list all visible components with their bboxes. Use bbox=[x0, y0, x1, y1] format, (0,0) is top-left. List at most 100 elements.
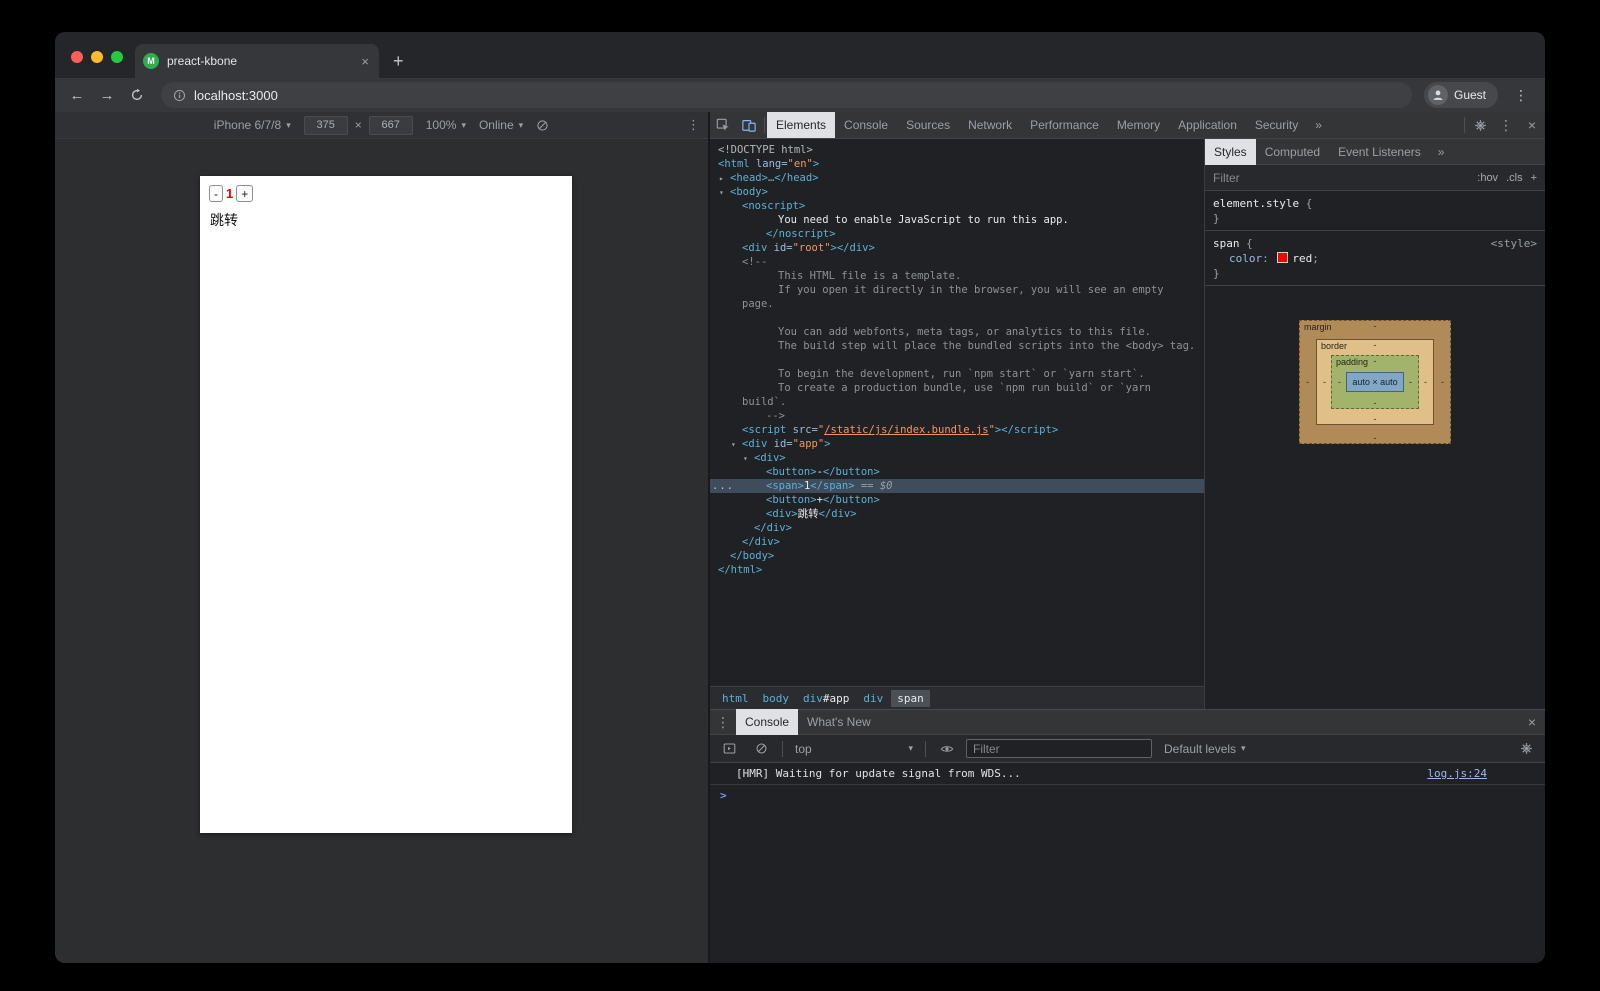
devtools-tab-network[interactable]: Network bbox=[959, 112, 1021, 138]
back-button[interactable]: ← bbox=[65, 83, 89, 107]
tree-line[interactable] bbox=[710, 311, 1204, 325]
device-height-input[interactable]: 667 bbox=[369, 116, 413, 135]
tree-line[interactable]: </noscript> bbox=[710, 227, 1204, 241]
collapse-arrow-icon[interactable]: ▾ bbox=[743, 452, 748, 466]
console-sidebar-button[interactable] bbox=[716, 736, 742, 762]
tree-line[interactable]: </html> bbox=[710, 563, 1204, 577]
tree-line[interactable]: page. bbox=[710, 297, 1204, 311]
sidebar-more-tabs-icon[interactable]: » bbox=[1430, 145, 1453, 159]
styles-filter-input[interactable]: Filter bbox=[1213, 171, 1469, 185]
address-text[interactable]: localhost:3000 bbox=[194, 88, 278, 103]
message-source-link[interactable]: log.js:24 bbox=[1427, 767, 1487, 780]
devtools-tab-console[interactable]: Console bbox=[835, 112, 897, 138]
tree-line[interactable]: <script src="/static/js/index.bundle.js"… bbox=[710, 423, 1204, 437]
increment-button[interactable]: + bbox=[236, 185, 253, 202]
sidebar-tab-computed[interactable]: Computed bbox=[1256, 139, 1329, 165]
collapse-arrow-icon[interactable]: ▾ bbox=[719, 186, 724, 200]
tree-line[interactable]: ▾<div> bbox=[710, 451, 1204, 465]
forward-button[interactable]: → bbox=[95, 83, 119, 107]
device-width-input[interactable]: 375 bbox=[304, 116, 348, 135]
box-model-padding[interactable]: padding - - - - auto × auto bbox=[1331, 355, 1419, 409]
tree-line[interactable]: </body> bbox=[710, 549, 1204, 563]
log-levels-select[interactable]: Default levels ▾ bbox=[1164, 742, 1246, 756]
context-select[interactable]: top ▾ bbox=[791, 742, 917, 756]
element-style-rule[interactable]: element.style { } bbox=[1205, 191, 1545, 231]
tree-line[interactable]: <html lang="en"> bbox=[710, 157, 1204, 171]
network-select[interactable]: Online ▾ bbox=[479, 118, 523, 132]
breadcrumb-item-html[interactable]: html bbox=[716, 690, 755, 707]
browser-tab[interactable]: M preact-kbone × bbox=[135, 44, 379, 78]
devtools-tab-memory[interactable]: Memory bbox=[1108, 112, 1169, 138]
drawer-close-icon[interactable]: × bbox=[1519, 709, 1545, 735]
clear-console-button[interactable] bbox=[748, 736, 774, 762]
box-model-border[interactable]: border - - - - padding - - - bbox=[1316, 339, 1434, 425]
device-select[interactable]: iPhone 6/7/8 ▾ bbox=[214, 118, 291, 132]
console-prompt[interactable]: > bbox=[710, 785, 1545, 805]
devtools-tab-security[interactable]: Security bbox=[1246, 112, 1307, 138]
tree-line[interactable]: <button>-</button> bbox=[710, 465, 1204, 479]
console-empty-area[interactable] bbox=[710, 805, 1545, 963]
live-expression-button[interactable] bbox=[934, 736, 960, 762]
jump-link[interactable]: 跳转 bbox=[210, 210, 238, 230]
color-swatch[interactable] bbox=[1277, 252, 1288, 263]
css-property-value[interactable]: red bbox=[1292, 252, 1312, 265]
console-message[interactable]: [HMR] Waiting for update signal from WDS… bbox=[710, 763, 1545, 785]
sidebar-tab-event-listeners[interactable]: Event Listeners bbox=[1329, 139, 1430, 165]
breadcrumb-item-span[interactable]: span bbox=[891, 690, 930, 707]
tree-line[interactable]: ...<span>1</span> == $0 bbox=[710, 479, 1204, 493]
console-tab-what-s-new[interactable]: What's New bbox=[798, 709, 880, 735]
tree-line[interactable]: This HTML file is a template. bbox=[710, 269, 1204, 283]
tree-line[interactable]: </div> bbox=[710, 535, 1204, 549]
zoom-window-button[interactable] bbox=[111, 51, 123, 63]
tree-line[interactable]: ▾<div id="app"> bbox=[710, 437, 1204, 451]
tree-line[interactable]: ▾<body> bbox=[710, 185, 1204, 199]
devtools-tab-application[interactable]: Application bbox=[1169, 112, 1246, 138]
tree-line[interactable]: To create a production bundle, use `npm … bbox=[710, 381, 1204, 395]
tree-line[interactable]: <div>跳转</div> bbox=[710, 507, 1204, 521]
style-rule-span[interactable]: span { <style> color: red; } bbox=[1205, 231, 1545, 286]
console-settings-button[interactable] bbox=[1513, 736, 1539, 762]
devtools-tab-elements[interactable]: Elements bbox=[767, 112, 835, 138]
tree-line[interactable]: <noscript> bbox=[710, 199, 1204, 213]
close-tab-icon[interactable]: × bbox=[359, 54, 371, 69]
devtools-more-tabs-icon[interactable]: » bbox=[1307, 118, 1330, 132]
new-style-rule-icon[interactable]: + bbox=[1531, 172, 1537, 184]
tree-line[interactable] bbox=[710, 353, 1204, 367]
close-window-button[interactable] bbox=[71, 51, 83, 63]
console-tab-console[interactable]: Console bbox=[736, 709, 798, 735]
expand-arrow-icon[interactable]: ▸ bbox=[719, 172, 724, 186]
breadcrumb-item-div[interactable]: div bbox=[857, 690, 889, 707]
sidebar-tab-styles[interactable]: Styles bbox=[1205, 139, 1256, 165]
tree-line[interactable]: <!DOCTYPE html> bbox=[710, 143, 1204, 157]
css-property-name[interactable]: color bbox=[1229, 252, 1262, 265]
tree-line[interactable]: <!-- bbox=[710, 255, 1204, 269]
style-source-link[interactable]: <style> bbox=[1491, 236, 1537, 251]
drawer-menu-icon[interactable]: ⋮ bbox=[710, 709, 736, 735]
breadcrumb-item-div[interactable]: div#app bbox=[797, 690, 855, 707]
element-class-button[interactable]: .cls bbox=[1506, 172, 1523, 184]
device-menu-icon[interactable]: ⋮ bbox=[687, 117, 700, 133]
minimize-window-button[interactable] bbox=[91, 51, 103, 63]
tree-line[interactable]: You need to enable JavaScript to run thi… bbox=[710, 213, 1204, 227]
tree-line[interactable]: --> bbox=[710, 409, 1204, 423]
tree-line[interactable]: To begin the development, run `npm start… bbox=[710, 367, 1204, 381]
tree-line[interactable]: <button>+</button> bbox=[710, 493, 1204, 507]
new-tab-button[interactable]: + bbox=[393, 49, 404, 73]
tree-line[interactable]: </div> bbox=[710, 521, 1204, 535]
tree-line[interactable]: ▸<head>…</head> bbox=[710, 171, 1204, 185]
devtools-close-icon[interactable]: × bbox=[1519, 112, 1545, 138]
decrement-button[interactable]: - bbox=[209, 185, 223, 202]
devtools-settings-button[interactable] bbox=[1467, 112, 1493, 138]
devtools-tab-sources[interactable]: Sources bbox=[897, 112, 959, 138]
tree-line[interactable]: You can add webfonts, meta tags, or anal… bbox=[710, 325, 1204, 339]
box-model-content[interactable]: auto × auto bbox=[1346, 372, 1404, 392]
inspect-element-button[interactable] bbox=[710, 112, 736, 138]
tree-line[interactable]: The build step will place the bundled sc… bbox=[710, 339, 1204, 353]
zoom-select[interactable]: 100% ▾ bbox=[426, 118, 466, 132]
device-mode-button[interactable] bbox=[736, 112, 762, 138]
omnibox[interactable]: localhost:3000 bbox=[161, 82, 1412, 108]
breadcrumb-item-body[interactable]: body bbox=[757, 690, 796, 707]
rotate-icon[interactable] bbox=[536, 119, 549, 132]
box-model-margin[interactable]: margin - - - - border - - - - bbox=[1299, 320, 1451, 444]
tree-line[interactable]: <div id="root"></div> bbox=[710, 241, 1204, 255]
